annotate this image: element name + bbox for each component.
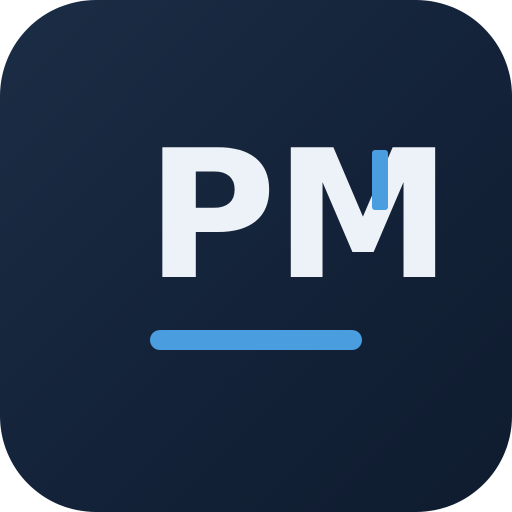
app-icon-tile: PM — [0, 0, 512, 512]
monogram-text: PM — [146, 112, 452, 319]
cursor-tick-icon — [372, 150, 388, 210]
underline-bar — [150, 330, 362, 350]
